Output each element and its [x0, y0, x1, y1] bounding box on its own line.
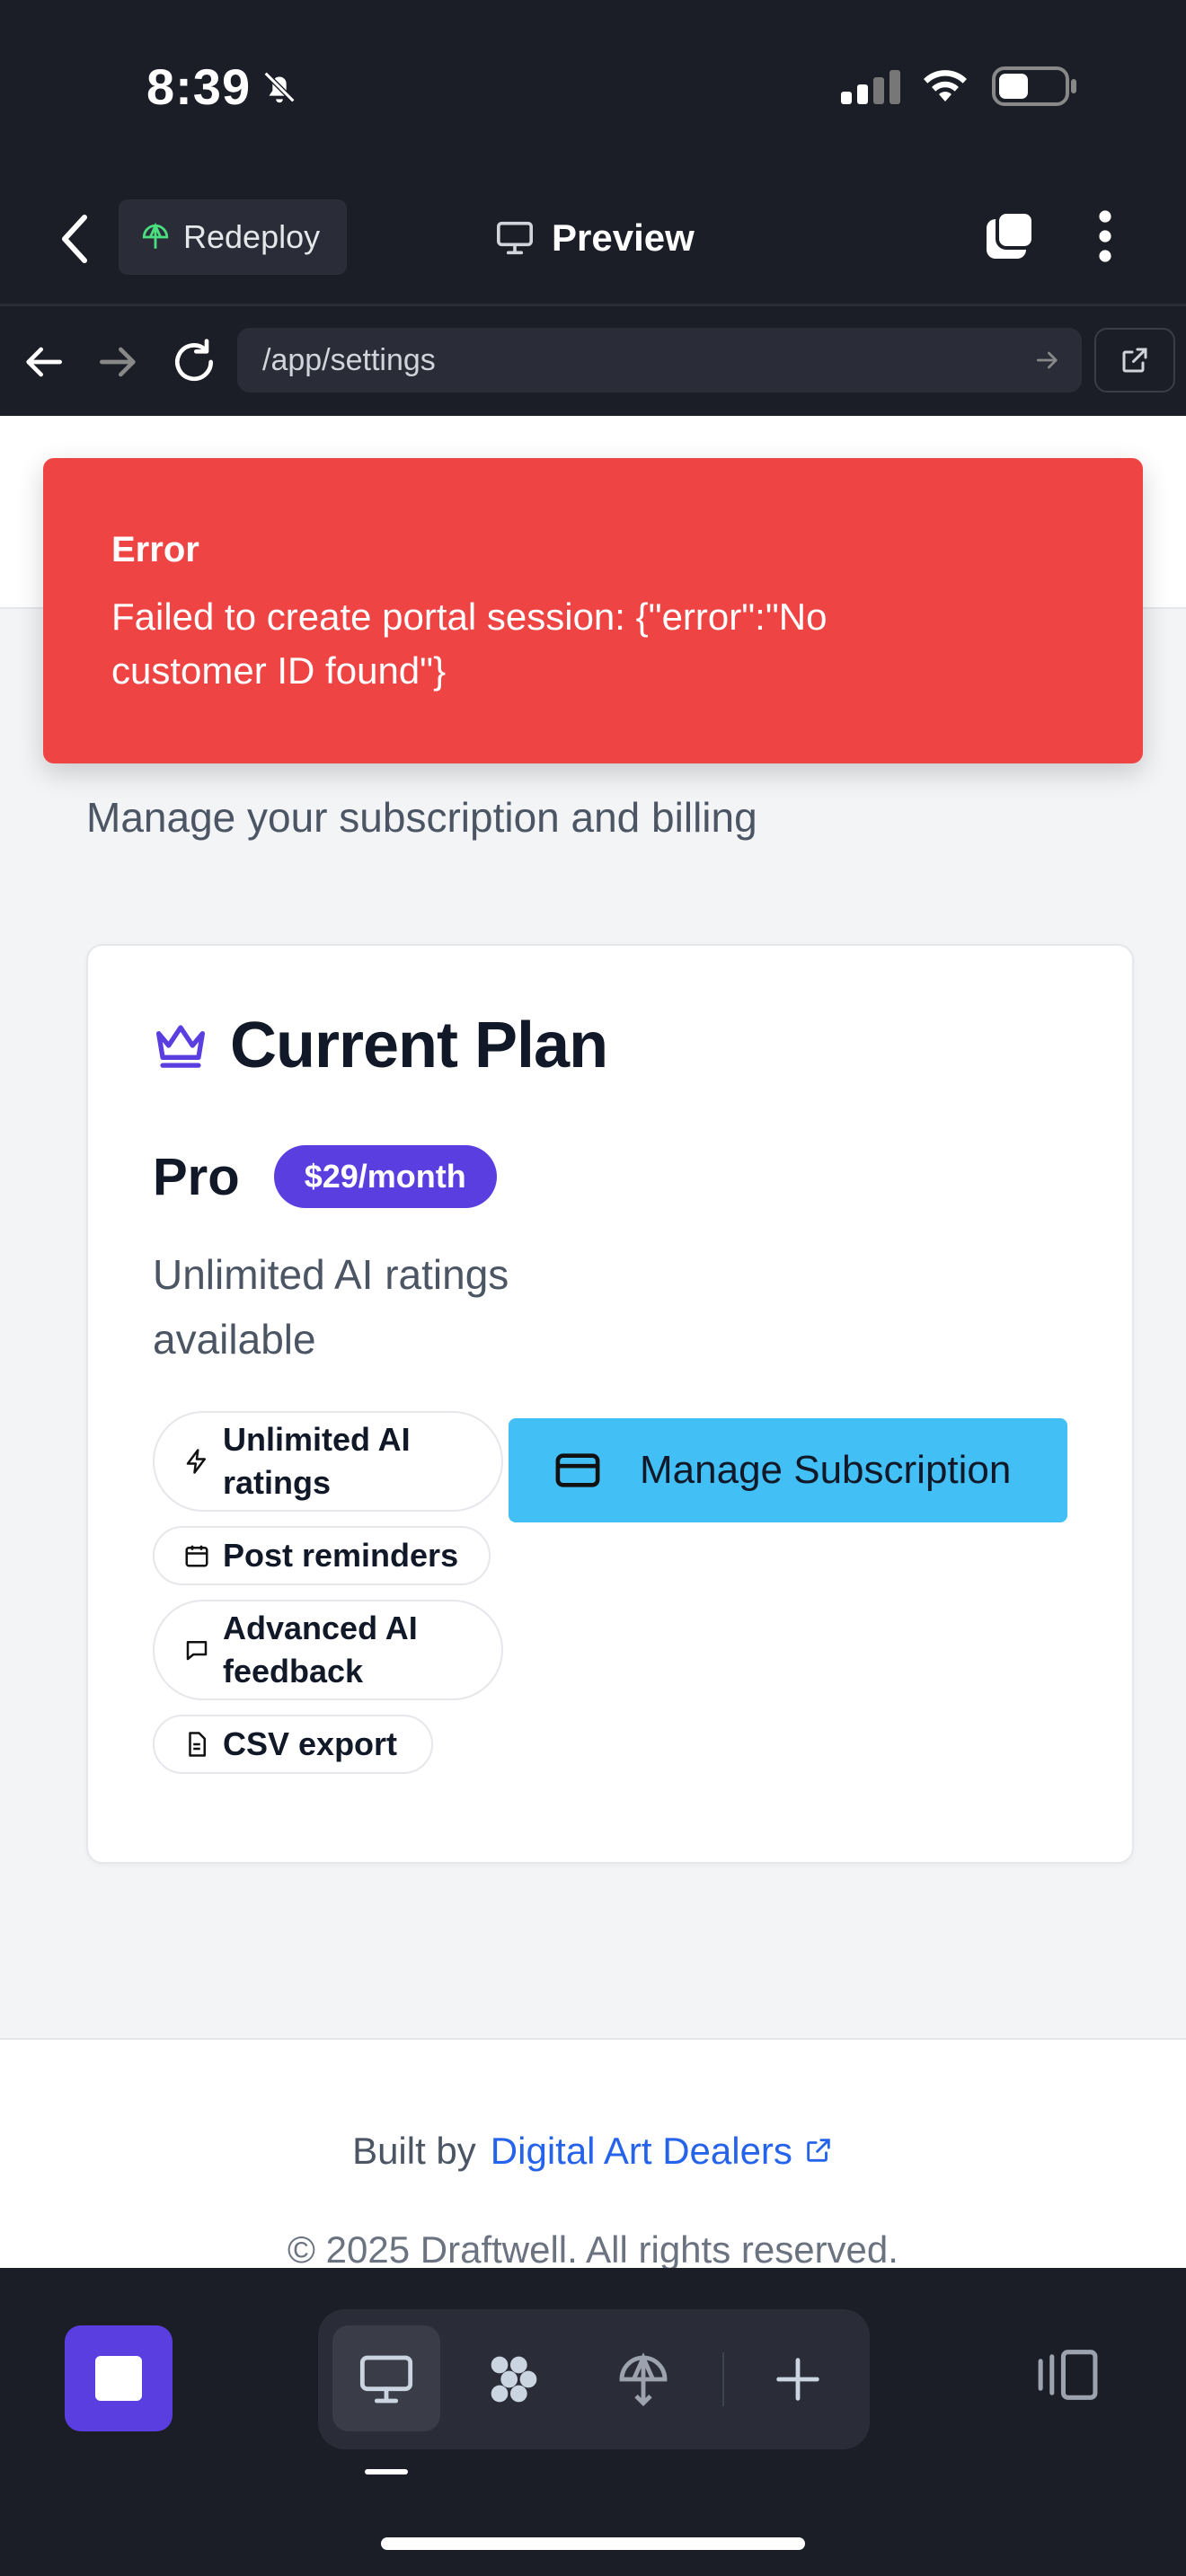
- bottom-toolbar: [0, 2268, 1186, 2576]
- current-plan-card: Current Plan Pro $29/month Unlimited AI …: [86, 944, 1134, 1864]
- company-link[interactable]: Digital Art Dealers: [491, 2130, 792, 2172]
- tool-separator: [722, 2352, 724, 2406]
- tabs-icon[interactable]: [983, 208, 1037, 262]
- message-icon: [186, 1641, 208, 1661]
- status-bar: 8:39: [0, 0, 1186, 171]
- stop-button[interactable]: [65, 2325, 173, 2431]
- agent-tool-button[interactable]: [460, 2325, 568, 2431]
- redeploy-button[interactable]: Redeploy: [119, 199, 347, 275]
- add-tool-button[interactable]: [744, 2325, 852, 2431]
- go-arrow-icon[interactable]: [1033, 346, 1062, 375]
- feature-chip: Post reminders: [153, 1526, 491, 1585]
- reload-icon[interactable]: [169, 337, 219, 387]
- agent-icon: [491, 2356, 537, 2403]
- copyright: © 2025 Draftwell. All rights reserved.: [288, 2228, 898, 2268]
- card-title: Current Plan: [230, 1010, 608, 1081]
- feature-label: Advanced AI feedback: [223, 1610, 418, 1689]
- home-indicator: [381, 2537, 805, 2550]
- plan-row: Pro $29/month: [153, 1145, 497, 1208]
- price-badge: $29/month: [273, 1145, 497, 1208]
- back-chevron-icon[interactable]: [56, 212, 95, 266]
- file-icon: [189, 1732, 206, 1757]
- external-link-icon: [1122, 348, 1147, 373]
- toast-title: Error: [111, 530, 199, 569]
- url-text: /app/settings: [262, 342, 436, 377]
- battery-icon: [992, 66, 1076, 106]
- redeploy-label: Redeploy: [183, 218, 321, 255]
- manage-subscription-button[interactable]: Manage Subscription: [509, 1418, 1067, 1522]
- arrow-right-icon[interactable]: [93, 337, 144, 387]
- monitor-icon: [497, 221, 533, 255]
- more-vertical-icon[interactable]: [1089, 207, 1121, 266]
- status-time: 8:39: [146, 58, 252, 115]
- deploy-tool-button[interactable]: [589, 2325, 697, 2431]
- plus-icon: [776, 2358, 819, 2401]
- crown-icon: [155, 1025, 206, 1068]
- arrow-left-icon[interactable]: [18, 337, 68, 387]
- built-by-label: Built by: [352, 2130, 476, 2172]
- page-subtitle: Manage your subscription and billing: [86, 794, 757, 841]
- deploy-icon: [142, 222, 169, 249]
- preview-label: Preview: [552, 216, 695, 259]
- wifi-icon: [924, 70, 967, 101]
- feature-label: CSV export: [223, 1725, 398, 1762]
- toast-message: Failed to create portal session: {"error…: [111, 595, 828, 692]
- credit-card-icon: [555, 1453, 600, 1487]
- stop-icon: [95, 2356, 142, 2401]
- built-by-line: Built by Digital Art Dealers: [0, 2130, 1186, 2173]
- panel-toggle-icon[interactable]: [1031, 2347, 1100, 2403]
- lightning-icon: [186, 1449, 206, 1474]
- monitor-icon: [359, 2355, 413, 2404]
- plan-description: Unlimited AI ratings available: [153, 1251, 509, 1363]
- calendar-icon: [185, 1545, 208, 1567]
- deploy-icon: [619, 2352, 668, 2407]
- open-external-button[interactable]: [1094, 328, 1175, 393]
- error-toast[interactable]: Error Failed to create portal session: {…: [43, 458, 1143, 763]
- feature-label: Post reminders: [223, 1537, 459, 1574]
- signal-icon: [841, 68, 900, 104]
- top-nav: Redeploy Preview: [0, 180, 1186, 305]
- active-tab-indicator: [365, 2469, 408, 2475]
- url-input[interactable]: /app/settings: [237, 328, 1082, 393]
- feature-label: Unlimited AI ratings: [223, 1421, 411, 1501]
- feature-chip: Unlimited AI ratings: [153, 1411, 503, 1512]
- url-bar-row: /app/settings: [0, 310, 1186, 416]
- preview-tab[interactable]: Preview: [494, 207, 695, 269]
- footer: Built by Digital Art Dealers © 2025 Draft…: [0, 2038, 1186, 2268]
- external-link-icon[interactable]: [803, 2135, 834, 2166]
- preview-tool-button[interactable]: [332, 2325, 440, 2431]
- feature-chip: Advanced AI feedback: [153, 1600, 503, 1700]
- feature-chip: CSV export: [153, 1715, 433, 1774]
- card-header: Current Plan: [153, 1009, 608, 1082]
- manage-subscription-label: Manage Subscription: [640, 1448, 1012, 1492]
- nav-divider: [0, 304, 1186, 306]
- tool-switcher: [318, 2309, 870, 2449]
- bell-off-icon: [263, 71, 296, 103]
- plan-name: Pro: [153, 1147, 240, 1206]
